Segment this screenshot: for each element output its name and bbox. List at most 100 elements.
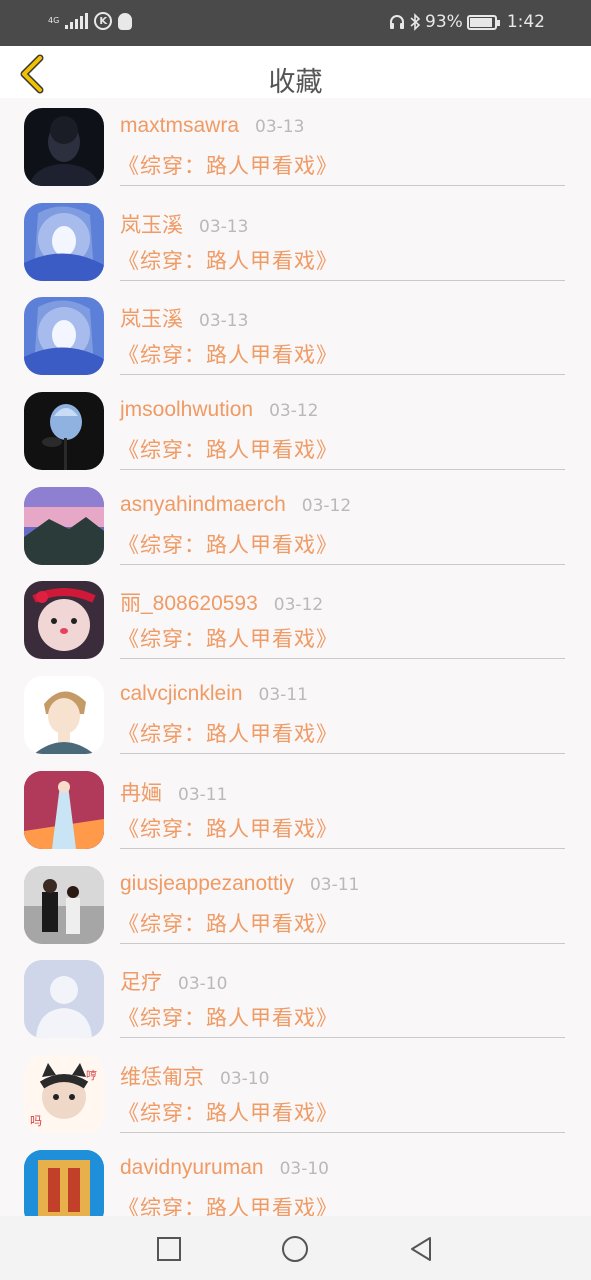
divider bbox=[120, 753, 565, 755]
user-name[interactable]: maxtmsawra bbox=[120, 114, 239, 138]
divider bbox=[120, 847, 565, 849]
avatar[interactable] bbox=[24, 865, 104, 944]
list-item[interactable]: davidnyuruman 03-10 《综穿：路人甲看戏》 bbox=[0, 1140, 591, 1216]
list-item[interactable]: 吗哼 维恁匍京 03-10 《综穿：路人甲看戏》 bbox=[0, 1045, 591, 1140]
book-title[interactable]: 《综穿：路人甲看戏》 bbox=[118, 150, 338, 180]
user-name[interactable]: asnyahindmaerch bbox=[120, 493, 286, 517]
user-name[interactable]: 岚玉溪 bbox=[120, 209, 183, 239]
book-title[interactable]: 《综穿：路人甲看戏》 bbox=[118, 813, 338, 843]
battery-percent: 93% bbox=[425, 12, 463, 32]
user-name[interactable]: giusjeappezanottiy bbox=[120, 872, 294, 896]
item-date: 03-12 bbox=[301, 495, 352, 516]
divider bbox=[120, 185, 565, 186]
item-date: 03-10 bbox=[220, 1068, 270, 1089]
item-meta: 丽_808620593 03-12 bbox=[120, 587, 323, 617]
book-title[interactable]: 《综穿：路人甲看戏》 bbox=[118, 1097, 338, 1127]
favorites-list[interactable]: maxtmsawra 03-13 《综穿：路人甲看戏》 岚玉溪 03-13 《综… bbox=[0, 98, 591, 1216]
square-icon[interactable] bbox=[154, 1234, 184, 1264]
divider bbox=[120, 469, 565, 471]
divider bbox=[120, 658, 565, 660]
user-name[interactable]: 冉婳 bbox=[120, 777, 162, 807]
avatar[interactable]: 吗哼 bbox=[24, 1054, 104, 1133]
app-header: 收藏 bbox=[0, 46, 591, 98]
item-date: 03-11 bbox=[178, 784, 228, 805]
divider bbox=[120, 279, 565, 281]
user-name[interactable]: 足疗 bbox=[120, 966, 162, 996]
book-title[interactable]: 《综穿：路人甲看戏》 bbox=[118, 718, 338, 748]
avatar[interactable] bbox=[24, 486, 104, 565]
list-item[interactable]: asnyahindmaerch 03-12 《综穿：路人甲看戏》 bbox=[0, 477, 591, 572]
divider bbox=[120, 1037, 565, 1039]
list-item[interactable]: 足疗 03-10 《综穿：路人甲看戏》 bbox=[0, 950, 591, 1045]
circle-icon[interactable] bbox=[280, 1234, 310, 1264]
item-date: 03-10 bbox=[279, 1158, 329, 1179]
item-meta: maxtmsawra 03-13 bbox=[120, 114, 304, 138]
item-date: 03-13 bbox=[255, 117, 305, 137]
user-name[interactable]: calvcjicnklein bbox=[120, 682, 243, 706]
book-title[interactable]: 《综穿：路人甲看戏》 bbox=[118, 1002, 338, 1032]
avatar[interactable] bbox=[24, 392, 104, 471]
book-title[interactable]: 《综穿：路人甲看戏》 bbox=[118, 529, 338, 559]
user-name[interactable]: 岚玉溪 bbox=[120, 303, 183, 333]
divider bbox=[120, 563, 565, 565]
headphones-icon bbox=[390, 15, 405, 29]
divider bbox=[120, 374, 565, 376]
list-item[interactable]: 岚玉溪 03-13 《综穿：路人甲看戏》 bbox=[0, 287, 591, 382]
user-name[interactable]: 丽_808620593 bbox=[120, 587, 258, 617]
user-name[interactable]: jmsoolhwution bbox=[120, 398, 253, 422]
list-item[interactable]: calvcjicnklein 03-11 《综穿：路人甲看戏》 bbox=[0, 666, 591, 761]
item-meta: giusjeappezanottiy 03-11 bbox=[120, 872, 359, 896]
battery-icon bbox=[466, 14, 500, 30]
avatar[interactable] bbox=[24, 581, 104, 660]
network-type: 4G bbox=[48, 17, 59, 25]
page-title: 收藏 bbox=[268, 67, 323, 98]
item-meta: 岚玉溪 03-13 bbox=[120, 209, 248, 239]
book-title[interactable]: 《综穿：路人甲看戏》 bbox=[118, 245, 338, 275]
item-date: 03-12 bbox=[273, 595, 324, 616]
item-date: 03-11 bbox=[309, 874, 360, 895]
user-name[interactable]: 维恁匍京 bbox=[120, 1061, 204, 1091]
avatar[interactable] bbox=[24, 676, 104, 755]
book-title[interactable]: 《综穿：路人甲看戏》 bbox=[118, 623, 338, 653]
network-label: 4G bbox=[48, 16, 60, 25]
item-date: 03-13 bbox=[199, 311, 249, 332]
system-nav-bar bbox=[0, 1216, 591, 1280]
divider bbox=[120, 942, 565, 944]
book-title[interactable]: 《综穿：路人甲看戏》 bbox=[118, 1192, 338, 1216]
avatar[interactable] bbox=[24, 108, 104, 186]
clock: 1:42 bbox=[506, 12, 545, 32]
avatar[interactable] bbox=[24, 960, 104, 1039]
item-meta: jmsoolhwution 03-12 bbox=[120, 398, 318, 422]
k-app-icon: K bbox=[94, 12, 113, 30]
item-meta: 冉婳 03-11 bbox=[120, 777, 227, 807]
triangle-back-icon[interactable] bbox=[406, 1234, 436, 1264]
list-item[interactable]: 冉婳 03-11 《综穿：路人甲看戏》 bbox=[0, 761, 591, 856]
item-meta: 足疗 03-10 bbox=[120, 966, 227, 996]
divider bbox=[120, 1131, 565, 1133]
avatar[interactable] bbox=[24, 202, 104, 281]
item-date: 03-13 bbox=[199, 216, 249, 237]
list-item[interactable]: 丽_808620593 03-12 《综穿：路人甲看戏》 bbox=[0, 571, 591, 666]
book-title[interactable]: 《综穿：路人甲看戏》 bbox=[118, 339, 338, 369]
item-meta: 维恁匍京 03-10 bbox=[120, 1061, 269, 1091]
item-meta: 岚玉溪 03-13 bbox=[120, 303, 248, 333]
status-left: 4G K bbox=[48, 12, 133, 30]
book-title[interactable]: 《综穿：路人甲看戏》 bbox=[118, 434, 338, 464]
item-meta: calvcjicnklein 03-11 bbox=[120, 682, 308, 706]
item-meta: asnyahindmaerch 03-12 bbox=[120, 493, 351, 517]
status-bar: 4G K 93% 1:42 bbox=[0, 0, 591, 46]
avatar[interactable] bbox=[24, 297, 104, 376]
item-date: 03-12 bbox=[269, 401, 319, 422]
list-item[interactable]: 岚玉溪 03-13 《综穿：路人甲看戏》 bbox=[0, 193, 591, 288]
book-title[interactable]: 《综穿：路人甲看戏》 bbox=[118, 908, 338, 938]
user-name[interactable]: davidnyuruman bbox=[120, 1156, 264, 1180]
list-item[interactable]: giusjeappezanottiy 03-11 《综穿：路人甲看戏》 bbox=[0, 856, 591, 951]
list-item[interactable]: maxtmsawra 03-13 《综穿：路人甲看戏》 bbox=[0, 98, 591, 193]
list-item[interactable]: jmsoolhwution 03-12 《综穿：路人甲看戏》 bbox=[0, 382, 591, 477]
svg-text:哼: 哼 bbox=[86, 1068, 97, 1082]
avatar[interactable] bbox=[24, 770, 104, 849]
item-date: 03-10 bbox=[178, 974, 228, 995]
avatar[interactable] bbox=[24, 1149, 104, 1216]
svg-text:吗: 吗 bbox=[30, 1114, 42, 1128]
item-meta: davidnyuruman 03-10 bbox=[120, 1156, 329, 1180]
